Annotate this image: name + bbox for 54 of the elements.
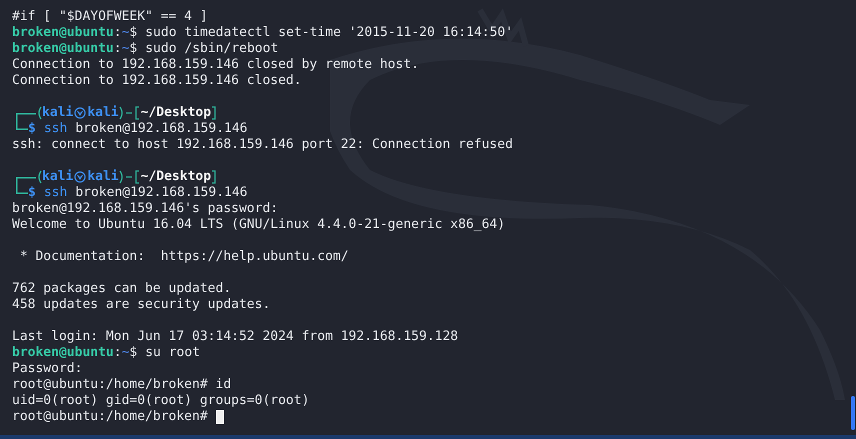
command-text: sudo timedatectl set-time '2015-11-20 16:14:50' (145, 25, 514, 41)
prompt-bracket-open-icon (118, 170, 141, 184)
prompt-path: ~ (122, 25, 130, 41)
command-arguments: broken@192.168.159.146 (75, 185, 248, 201)
output-line: Connection to 192.168.159.146 closed by remote host. (12, 57, 419, 73)
command-program: ssh (44, 185, 68, 201)
prompt-separator: : (114, 25, 122, 41)
output-line: root@ubuntu:/home/broken# id (12, 377, 232, 393)
output-line: 458 updates are security updates. (12, 297, 270, 313)
output-line: Welcome to Ubuntu 16.04 LTS (GNU/Linux 4.4.0-21-generic x86_64) (12, 217, 506, 233)
prompt-symbol: $ (129, 25, 138, 41)
prompt-path: ~ (122, 345, 130, 361)
prompt-user: kali (42, 169, 74, 185)
prompt-bracket-close-icon (211, 170, 218, 184)
prompt-paren-open-icon (36, 170, 42, 184)
prompt-symbol: $ (129, 41, 138, 57)
prompt-user: kali (42, 105, 74, 121)
output-line: broken@192.168.159.146's password: (12, 201, 278, 217)
output-line: 762 packages can be updated. (12, 281, 232, 297)
prompt-directory: ~/Desktop (140, 105, 212, 121)
circled-symbol-icon (74, 107, 86, 119)
prompt-user-host: broken@ubuntu (12, 25, 114, 41)
prompt-symbol: $ (129, 345, 138, 361)
prompt-user-host: broken@ubuntu (12, 345, 114, 361)
prompt-user-host: broken@ubuntu (12, 41, 114, 57)
prompt-corner-top-icon (16, 113, 36, 121)
output-line: * Documentation: https://help.ubuntu.com/ (18, 249, 349, 265)
prompt-directory: ~/Desktop (140, 169, 212, 185)
output-line: ssh: connect to host 192.168.159.146 port 22: Connection refused (12, 137, 513, 153)
command-program: ssh (44, 121, 68, 137)
prompt-paren-open-icon (36, 106, 42, 120)
prompt-path: ~ (122, 41, 130, 57)
output-line: uid=0(root) gid=0(root) groups=0(root) (12, 393, 310, 409)
command-text: sudo /sbin/reboot (145, 41, 278, 57)
prompt-corner-top-icon (16, 177, 36, 185)
circled-symbol-icon (74, 171, 86, 183)
command-arguments: broken@192.168.159.146 (75, 121, 248, 137)
scrollbar-thumb[interactable] (851, 396, 855, 430)
prompt-bracket-close-icon (211, 106, 218, 120)
prompt-host: kali (87, 105, 119, 121)
prompt-separator: : (114, 345, 122, 361)
prompt-bracket-open-icon (118, 106, 141, 120)
prompt-separator: : (114, 41, 122, 57)
output-line: #if [ "$DAYOFWEEK" == 4 ] (12, 9, 208, 25)
prompt-corner-bottom-icon (16, 185, 28, 194)
output-line: Last login: Mon Jun 17 03:14:52 2024 from 192.168.159.128 (12, 329, 458, 345)
prompt-corner-bottom-icon (16, 121, 28, 130)
output-line: root@ubuntu:/home/broken# (12, 409, 208, 425)
prompt-symbol: $ (28, 185, 36, 201)
prompt-host: kali (87, 169, 119, 185)
command-text: su root (145, 345, 200, 361)
prompt-symbol: $ (28, 121, 36, 137)
output-line: Password: (12, 361, 82, 377)
output-line: Connection to 192.168.159.146 closed. (12, 73, 302, 89)
